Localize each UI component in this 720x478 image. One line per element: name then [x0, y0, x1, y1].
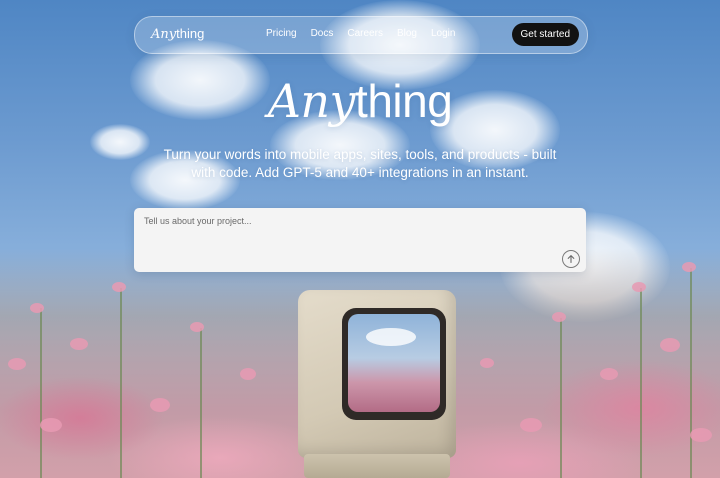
project-prompt-box	[134, 208, 586, 272]
nav-link-pricing[interactable]: Pricing	[266, 28, 297, 39]
hero-subtitle: Turn your words into mobile apps, sites,…	[163, 147, 557, 180]
get-started-button[interactable]: Get started	[511, 23, 579, 46]
arrow-up-icon	[567, 255, 575, 264]
project-prompt-input[interactable]	[142, 214, 546, 266]
nav-link-blog[interactable]: Blog	[397, 28, 417, 39]
retro-computer-image	[298, 290, 456, 478]
send-button[interactable]	[562, 250, 580, 268]
nav-link-login[interactable]: Login	[431, 28, 455, 39]
nav-link-careers[interactable]: Careers	[347, 28, 383, 39]
top-nav: Anything Pricing Docs Careers Blog Login…	[134, 16, 588, 54]
brand-title: Anything	[267, 74, 453, 128]
logo[interactable]: Anything	[151, 26, 204, 42]
cloud	[90, 124, 150, 160]
nav-links: Pricing Docs Careers Blog Login	[266, 28, 469, 39]
nav-link-docs[interactable]: Docs	[311, 28, 334, 39]
